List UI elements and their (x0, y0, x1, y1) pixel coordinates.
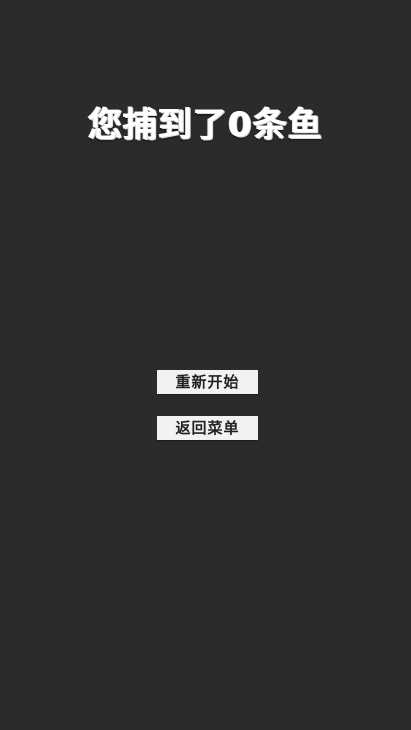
catch-result-title: 您捕到了0条鱼 (88, 105, 323, 145)
restart-button[interactable]: 重新开始 (157, 370, 258, 394)
back-to-menu-button[interactable]: 返回菜单 (157, 416, 258, 440)
game-over-screen: 您捕到了0条鱼 重新开始 返回菜单 (0, 0, 411, 730)
